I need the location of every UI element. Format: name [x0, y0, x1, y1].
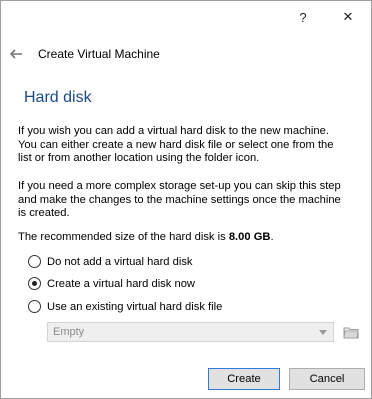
help-button[interactable]: ? [280, 1, 326, 33]
create-vm-dialog: ? ✕ Create Virtual Machine Hard disk If … [0, 0, 372, 399]
option-no-disk[interactable]: Do not add a virtual hard disk [28, 255, 193, 268]
create-button[interactable]: Create [208, 368, 280, 390]
recommended-size-value: 8.00 GB [228, 231, 271, 243]
back-arrow-icon[interactable] [7, 45, 25, 63]
folder-icon[interactable] [342, 323, 360, 341]
page-title: Hard disk [24, 89, 92, 106]
radio-button[interactable] [28, 300, 41, 313]
recommended-size-text: The recommended size of the hard disk is… [18, 231, 274, 245]
option-label: Do not add a virtual hard disk [47, 255, 193, 268]
select-value: Empty [53, 326, 85, 338]
option-label: Use an existing virtual hard disk file [47, 300, 223, 313]
title-bar: ? ✕ [1, 1, 371, 33]
radio-button[interactable] [28, 277, 41, 290]
description-paragraph-2: If you need a more complex storage set-u… [18, 180, 341, 220]
option-create-disk[interactable]: Create a virtual hard disk now [28, 277, 195, 290]
existing-disk-select[interactable]: Empty [47, 322, 334, 342]
radio-button[interactable] [28, 255, 41, 268]
description-paragraph: If you wish you can add a virtual hard d… [18, 125, 334, 165]
option-existing-disk[interactable]: Use an existing virtual hard disk file [28, 300, 222, 313]
cancel-button[interactable]: Cancel [289, 368, 365, 390]
chevron-down-icon [319, 330, 327, 335]
recommend-prefix: The recommended size of the hard disk is [18, 231, 229, 243]
option-label: Create a virtual hard disk now [47, 277, 195, 290]
recommend-suffix: . [270, 231, 274, 243]
close-button[interactable]: ✕ [325, 1, 371, 33]
wizard-title: Create Virtual Machine [38, 47, 160, 61]
